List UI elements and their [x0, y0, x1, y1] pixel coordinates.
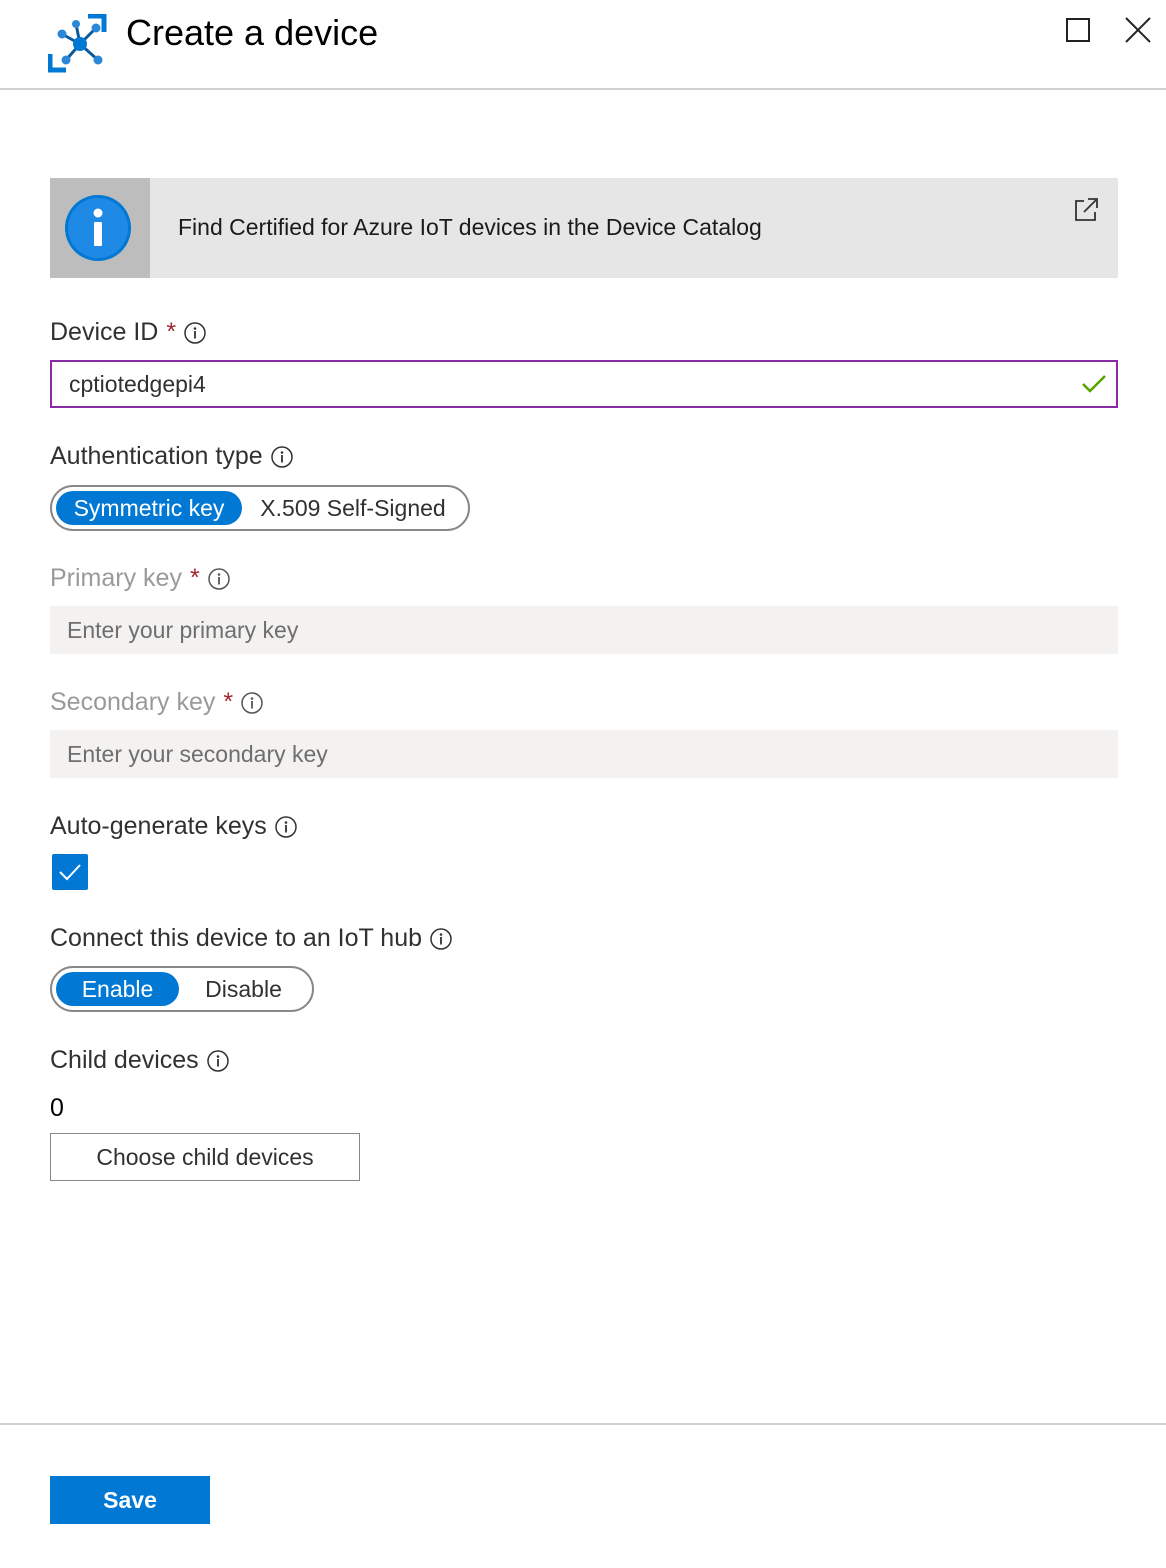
connect-hub-toggle: Enable Disable	[50, 966, 314, 1012]
primary-key-input	[50, 606, 1118, 654]
connect-hub-label: Connect this device to an IoT hub	[50, 924, 452, 953]
auto-generate-label-text: Auto-generate keys	[50, 812, 267, 840]
secondary-key-label-text: Secondary key	[50, 688, 216, 716]
blade-header: Create a device	[0, 0, 1166, 90]
secondary-key-input	[50, 730, 1118, 778]
primary-key-label-text: Primary key	[50, 564, 182, 592]
required-marker: *	[189, 564, 200, 592]
device-id-label-text: Device ID	[50, 318, 159, 346]
banner-text: Find Certified for Azure IoT devices in …	[178, 214, 762, 240]
auth-type-label-text: Authentication type	[50, 442, 263, 470]
info-icon[interactable]	[206, 1049, 229, 1072]
auto-generate-checkbox[interactable]	[52, 854, 88, 890]
info-icon[interactable]	[275, 815, 297, 838]
auth-type-toggle: Symmetric key X.509 Self-Signed	[50, 485, 470, 531]
page-title: Create a device	[126, 12, 379, 53]
auth-type-label: Authentication type	[50, 442, 293, 471]
info-icon[interactable]	[270, 445, 293, 468]
info-icon[interactable]	[241, 691, 263, 714]
child-devices-label: Child devices	[50, 1046, 229, 1075]
info-icon[interactable]	[184, 321, 206, 344]
save-button[interactable]: Save	[50, 1476, 210, 1524]
required-marker: *	[223, 688, 234, 716]
auth-option-x509[interactable]: X.509 Self-Signed	[242, 491, 464, 525]
secondary-key-label: Secondary key *	[50, 688, 263, 717]
maximize-icon[interactable]	[1062, 14, 1094, 46]
child-devices-count: 0	[50, 1094, 64, 1122]
info-icon[interactable]	[430, 927, 452, 950]
banner-icon-area	[50, 178, 150, 278]
required-marker: *	[166, 318, 177, 346]
close-icon[interactable]	[1122, 14, 1154, 46]
external-link-icon[interactable]	[1072, 196, 1100, 224]
auto-generate-label: Auto-generate keys	[50, 812, 297, 841]
hub-option-enable[interactable]: Enable	[56, 972, 180, 1006]
device-id-input[interactable]	[50, 360, 1118, 408]
footer-divider	[0, 1423, 1166, 1425]
device-id-label: Device ID *	[50, 318, 206, 347]
child-devices-label-text: Child devices	[50, 1046, 199, 1074]
info-icon[interactable]	[207, 567, 230, 590]
checkmark-icon	[1082, 375, 1106, 393]
iot-hub-icon	[48, 14, 107, 73]
checkmark-icon	[59, 864, 81, 881]
primary-key-label: Primary key *	[50, 564, 230, 593]
choose-child-devices-button[interactable]: Choose child devices	[50, 1133, 360, 1181]
auth-option-symmetric-key[interactable]: Symmetric key	[56, 491, 242, 525]
connect-hub-label-text: Connect this device to an IoT hub	[50, 924, 422, 952]
hub-option-disable[interactable]: Disable	[179, 972, 308, 1006]
device-catalog-banner[interactable]: Find Certified for Azure IoT devices in …	[50, 178, 1118, 278]
info-icon	[65, 195, 131, 261]
